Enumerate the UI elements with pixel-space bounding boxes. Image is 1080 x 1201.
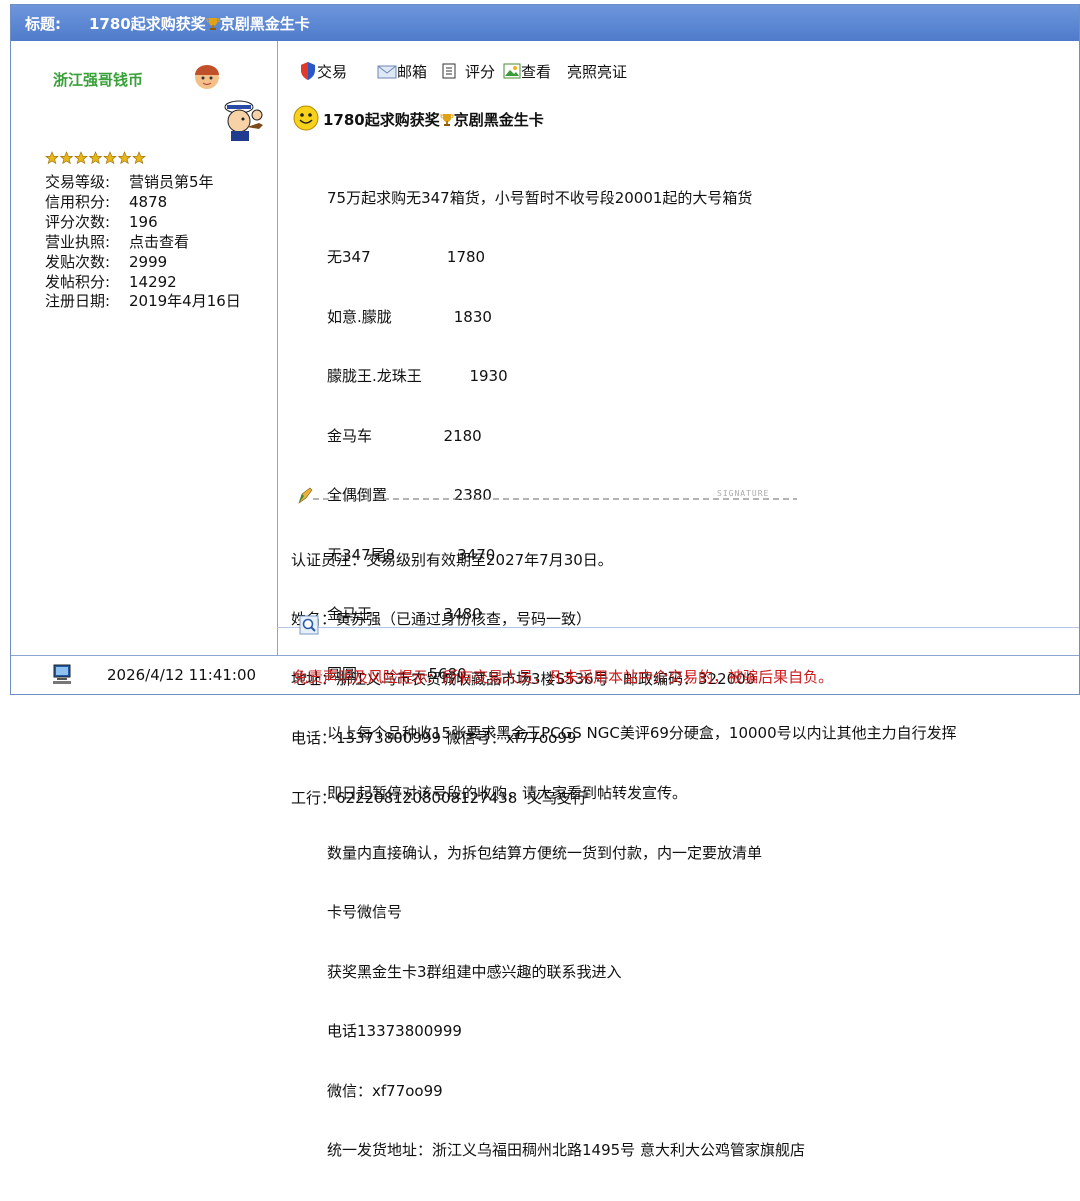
username[interactable]: 浙江强哥钱币: [53, 69, 143, 90]
post-line: 获奖黑金生卡3群组建中感兴趣的联系我进入: [327, 962, 622, 981]
rate-button[interactable]: 评分: [441, 61, 495, 82]
post-title-pre: 1780起求购获奖: [323, 111, 440, 129]
rating-stars: [45, 151, 149, 169]
stat-trade-level: 交易等级: 营销员第5年: [45, 173, 214, 191]
cert-line: 工行：6222081208008127438 义乌支行: [291, 788, 587, 807]
magnifier-icon: [299, 615, 319, 635]
post-line: 朦胧王.龙珠王 1930: [327, 367, 508, 386]
thread-title-post: 京剧黑金生卡: [219, 15, 310, 33]
post-line: 电话13373800999: [327, 1022, 462, 1041]
disclaimer-label: 免责声明及风险提示:: [293, 668, 434, 686]
star-icon: [45, 151, 59, 165]
post-line: 如意.朦胧 1830: [327, 307, 492, 326]
post-line: 卡号微信号: [327, 903, 403, 922]
trade-button[interactable]: 交易: [299, 61, 347, 82]
pencil-icon: [298, 487, 313, 504]
stat-rate-count: 评分次数: 196: [45, 212, 158, 231]
post-title: 1780起求购获奖 京剧黑金生卡: [293, 105, 544, 135]
post-line: 金马车 2180: [327, 426, 482, 445]
stat-license: 营业执照: 点击查看: [45, 232, 190, 251]
mail-button[interactable]: 邮箱: [377, 61, 427, 82]
star-icon: [59, 151, 74, 165]
star-icon: [74, 151, 88, 165]
shield-icon: [301, 62, 315, 80]
cert-line: 姓名：黄苏强（已通过身份核查，号码一致）: [291, 610, 592, 629]
post-line: 无347 1780: [327, 248, 486, 267]
star-icon: [88, 151, 103, 165]
title-label: 标题:: [25, 15, 61, 33]
disclaimer: 免责声明及风险提示: 所有交易人员，凡未采用本站中介交易的，被骗后果自负。: [293, 666, 833, 687]
view-license-link[interactable]: 点击查看: [129, 233, 189, 251]
post-frame: 标题: 1780起求购获奖 京剧黑金生卡 浙江强哥钱币 交易等级: 营销员第5年…: [10, 4, 1080, 1159]
trophy-icon: [440, 114, 454, 126]
popeye-icon: [224, 100, 263, 141]
stat-credit: 信用积分: 4878: [45, 192, 168, 211]
post-line: 统一发货地址：浙江义乌福田稠州北路1495号 意大利大公鸡管家旗舰店: [327, 1141, 805, 1160]
computer-icon: [51, 663, 73, 689]
envelope-icon: [377, 65, 397, 79]
star-icon: [117, 151, 132, 165]
post-line: 75万起求购无347箱货，小号暂时不收号段20001起的大号箱货: [327, 188, 753, 207]
user-stats: 交易等级: 营销员第5年 信用积分: 4878 评分次数: 196 营业执照: 点击查看…: [45, 173, 241, 312]
post-datetime: 2026/4/12 11:41:00: [107, 666, 257, 684]
stat-post-points: 发帖积分: 14292: [45, 272, 177, 291]
picture-icon: [503, 63, 521, 79]
trophy-icon: [206, 18, 220, 30]
search-button[interactable]: [299, 615, 319, 639]
thread-title-pre: 1780起求购获奖: [89, 15, 206, 33]
star-icon: [103, 151, 117, 165]
stat-register-date: 注册日期: 2019年4月16日: [45, 292, 241, 311]
stat-post-count: 发贴次数: 2999: [45, 252, 168, 271]
title-bar: 标题: 1780起求购获奖 京剧黑金生卡: [11, 5, 1079, 41]
view-button[interactable]: 查看: [503, 61, 551, 82]
cert-line: 认证员注：交易级别有效期至2027年7月30日。: [291, 550, 613, 569]
document-icon: [442, 63, 456, 79]
post-title-post: 京剧黑金生卡: [453, 111, 544, 129]
thread-title[interactable]: 1780起求购获奖 京剧黑金生卡: [89, 13, 310, 34]
signature-divider: SIGNATURE: [297, 487, 797, 509]
avatar[interactable]: [191, 61, 223, 93]
signature-word: SIGNATURE: [715, 489, 772, 498]
disclaimer-text: 所有交易人员，凡未采用本站中介交易的，被骗后果自负。: [443, 668, 834, 686]
column-divider: [277, 41, 278, 655]
post-line: 微信：xf77oo99: [327, 1081, 443, 1100]
smiley-icon: [293, 105, 319, 131]
star-icon: [132, 151, 146, 165]
cert-line: 电话：13373800999 微信号：xf77oo99: [291, 729, 577, 748]
license-link[interactable]: 亮照亮证: [567, 61, 627, 82]
